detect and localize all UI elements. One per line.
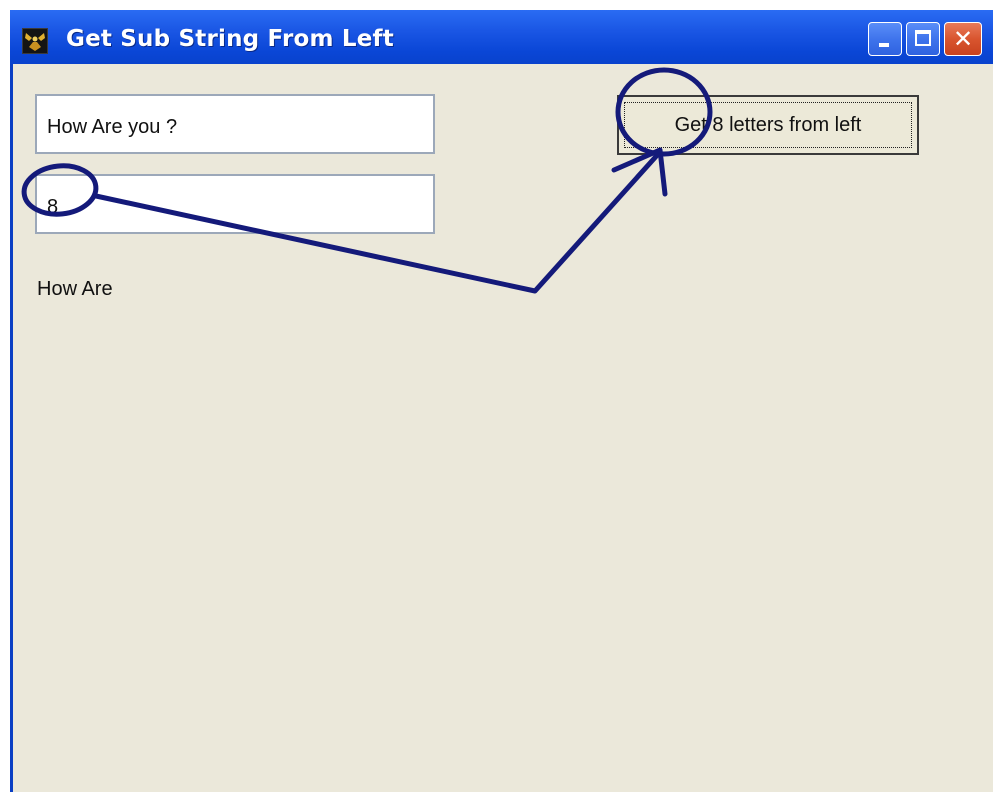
get-left-letters-button[interactable]: Get 8 letters from left <box>617 95 919 155</box>
minimize-icon <box>879 43 889 47</box>
window-title: Get Sub String From Left <box>66 26 394 52</box>
close-button[interactable]: ✕ <box>944 22 982 56</box>
client-area: How Are Get 8 letters from left <box>10 64 993 792</box>
close-icon: ✕ <box>953 25 974 53</box>
count-input[interactable] <box>35 174 435 234</box>
maximize-button[interactable] <box>906 22 940 56</box>
result-label: How Are <box>37 278 113 300</box>
focus-rectangle <box>624 102 912 148</box>
app-icon[interactable] <box>22 28 48 54</box>
app-window: Get Sub String From Left ✕ How Are Get 8… <box>10 10 993 792</box>
minimize-button[interactable] <box>868 22 902 56</box>
title-bar[interactable]: Get Sub String From Left ✕ <box>10 10 993 70</box>
maximize-icon <box>915 30 931 46</box>
source-text-input[interactable] <box>35 94 435 154</box>
